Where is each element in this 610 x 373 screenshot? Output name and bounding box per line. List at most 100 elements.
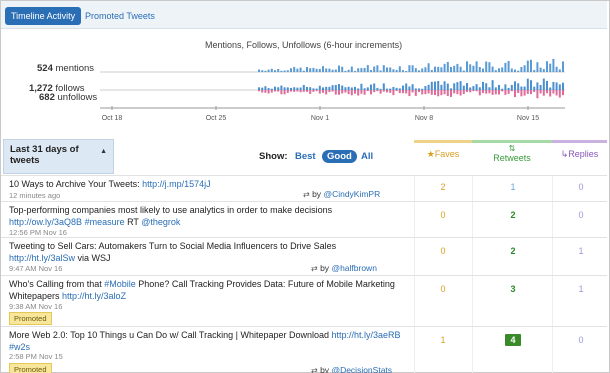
tweet-link[interactable]: http://ht.ly/3aloZ bbox=[62, 291, 126, 301]
faves-column-header[interactable]: ★Faves bbox=[414, 140, 472, 175]
follows-bar bbox=[526, 78, 529, 90]
unfollows-bar bbox=[386, 90, 388, 93]
mentions-bar bbox=[395, 69, 398, 72]
unfollows-bar bbox=[446, 90, 449, 97]
retweets-count: 3 bbox=[510, 284, 516, 294]
follows-bar bbox=[514, 81, 516, 90]
tweet-link[interactable]: http://ht.ly/3aeRB bbox=[332, 330, 401, 340]
tweet-text: 10 Ways to Archive Your Tweets: http://j… bbox=[9, 179, 211, 189]
mentions-bar bbox=[331, 69, 334, 72]
follows-bar bbox=[325, 86, 328, 90]
mentions-bar bbox=[555, 66, 558, 72]
unfollows-bar bbox=[549, 90, 552, 97]
unfollows-bar bbox=[491, 90, 494, 95]
mentions-bar bbox=[280, 70, 283, 72]
unfollows-bar bbox=[328, 90, 331, 93]
mentions-bar bbox=[318, 68, 321, 72]
user-link[interactable]: @halfbrown bbox=[331, 263, 376, 273]
follows-bar bbox=[347, 86, 350, 90]
follows-bar bbox=[440, 84, 443, 90]
mentions-bar bbox=[517, 70, 520, 72]
mentions-bar bbox=[418, 70, 420, 72]
user-link[interactable]: @DecisionStats bbox=[331, 365, 392, 373]
mentions-bar bbox=[462, 70, 465, 72]
unfollows-bar bbox=[408, 90, 411, 97]
unfollows-bar bbox=[302, 90, 305, 92]
follows-bar bbox=[552, 81, 555, 90]
unfollows-bar bbox=[530, 90, 532, 95]
mentions-bar bbox=[258, 69, 260, 72]
retweet-icon: ⇄ bbox=[303, 190, 310, 199]
follows-bar bbox=[507, 87, 510, 90]
follows-bar bbox=[491, 80, 494, 90]
tweet-link[interactable]: http://j.mp/1574jJ bbox=[142, 179, 211, 189]
unfollows-bar bbox=[341, 90, 344, 94]
unfollows-bar bbox=[494, 90, 497, 95]
follows-bar bbox=[434, 81, 436, 90]
mentions-bar bbox=[386, 67, 388, 72]
hashtag-link[interactable]: #w2s bbox=[9, 342, 30, 352]
unfollows-bar bbox=[280, 90, 283, 95]
unfollows-bar bbox=[309, 90, 312, 94]
show-good-option[interactable]: Good bbox=[322, 150, 357, 163]
user-link[interactable]: @thegrok bbox=[141, 217, 180, 227]
unfollows-bar bbox=[379, 90, 382, 94]
follows-bar bbox=[322, 87, 324, 90]
retweet-icon: ⇅ bbox=[508, 144, 516, 153]
follows-bar bbox=[360, 83, 363, 90]
mentions-bar bbox=[306, 66, 308, 72]
mentions-bar bbox=[389, 67, 392, 72]
replies-column-header[interactable]: ↳Replies bbox=[552, 140, 607, 175]
mentions-bar bbox=[472, 65, 475, 72]
unfollows-bar bbox=[312, 90, 315, 92]
show-best-option[interactable]: Best bbox=[295, 151, 316, 162]
follows-bar bbox=[328, 86, 331, 90]
unfollows-bar bbox=[373, 90, 376, 93]
mentions-bar bbox=[469, 64, 472, 72]
unfollows-bar bbox=[421, 90, 424, 95]
mentions-bar bbox=[290, 68, 292, 72]
mentions-bar bbox=[382, 65, 385, 72]
mentions-bar bbox=[341, 66, 344, 72]
show-label: Show: bbox=[259, 151, 288, 162]
follows-bar bbox=[382, 83, 385, 90]
mentions-bar bbox=[533, 69, 536, 72]
unfollows-bar bbox=[315, 90, 318, 92]
follows-bar bbox=[277, 87, 280, 90]
faves-count: 0 bbox=[440, 210, 446, 220]
unfollows-bar bbox=[498, 90, 500, 95]
follows-bar bbox=[286, 87, 289, 90]
follows-bar bbox=[488, 87, 491, 90]
unfollows-bar bbox=[462, 90, 465, 94]
tweet-link[interactable]: http://ow.ly/3aQ8B bbox=[9, 217, 82, 227]
unfollows-bar bbox=[450, 90, 452, 97]
mentions-text: mentions bbox=[55, 63, 95, 74]
show-all-option[interactable]: All bbox=[361, 151, 373, 162]
unfollows-bar bbox=[546, 90, 548, 94]
unfollows-bar bbox=[389, 90, 392, 93]
unfollows-bar bbox=[485, 90, 488, 94]
faves-count: 0 bbox=[440, 284, 446, 294]
unfollows-bar bbox=[542, 90, 545, 96]
retweets-count: 4 bbox=[505, 334, 521, 346]
follows-bar bbox=[341, 85, 344, 90]
follows-bar bbox=[430, 81, 433, 90]
follows-bar bbox=[357, 88, 360, 90]
follows-bar bbox=[469, 87, 472, 90]
unfollows-bar bbox=[443, 90, 446, 95]
tweet-link[interactable]: http://ht.ly/3alSw bbox=[9, 253, 75, 263]
user-link[interactable]: @CindyKimPR bbox=[323, 189, 380, 199]
period-dropdown[interactable]: Last 31 days of tweets ▲ bbox=[3, 139, 114, 174]
unfollows-bar bbox=[392, 90, 395, 96]
mentions-bar bbox=[485, 61, 488, 72]
follows-bar bbox=[520, 86, 523, 90]
hashtag-link[interactable]: #Mobile bbox=[104, 279, 136, 289]
retweets-column-header[interactable]: ⇅ Retweets bbox=[472, 140, 552, 175]
unfollows-bar bbox=[453, 90, 456, 94]
follows-bar bbox=[270, 88, 273, 90]
follows-bar bbox=[494, 87, 497, 90]
unfollows-bar bbox=[277, 90, 280, 92]
mentions-bar bbox=[334, 69, 337, 72]
hashtag-link[interactable]: #measure bbox=[85, 217, 125, 227]
follows-bar bbox=[293, 87, 296, 90]
